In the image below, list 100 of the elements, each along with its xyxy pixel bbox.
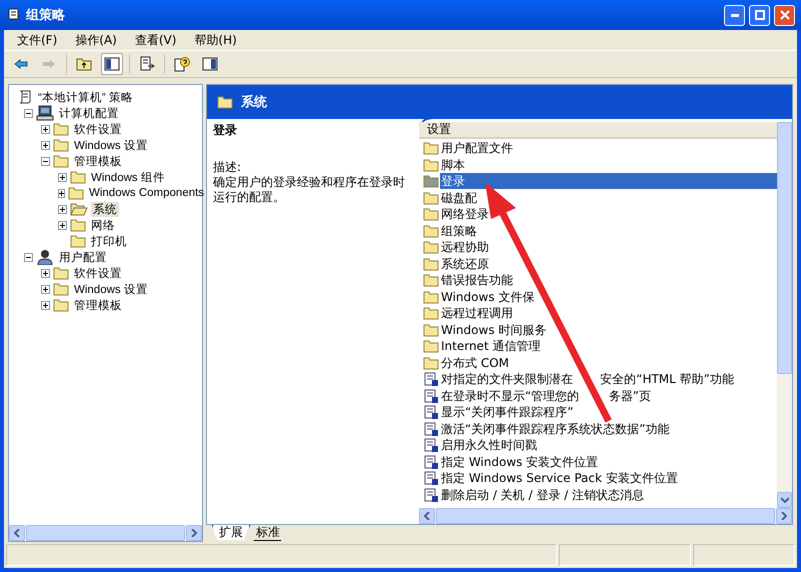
- vertical-scrollbar[interactable]: [777, 122, 792, 508]
- tree-item[interactable]: Windows 组件: [89, 170, 167, 184]
- folder-icon: [70, 170, 86, 184]
- folder-icon: [423, 240, 439, 254]
- folder-icon: [423, 273, 439, 288]
- plus-icon: [43, 286, 48, 292]
- tree-item[interactable]: 管理模板: [72, 298, 124, 312]
- setting-title: 登录: [213, 123, 238, 138]
- maximize-icon: [754, 10, 764, 20]
- menu-item[interactable]: 操作(A): [66, 32, 126, 48]
- list-item[interactable]: 在登录时不显示“管理您的: [440, 388, 580, 404]
- list-item[interactable]: 显示“关闭事件跟踪程序”: [440, 404, 574, 420]
- minimize-icon: [730, 14, 738, 16]
- expand-toggle[interactable]: [41, 140, 50, 150]
- minus-icon: [26, 110, 31, 116]
- folder-icon: [423, 207, 439, 222]
- tree-item[interactable]: Windows Components: [87, 187, 206, 199]
- tree-item[interactable]: 计算机配置: [57, 106, 121, 120]
- list-item[interactable]: 系统还原: [440, 256, 490, 272]
- policy-setting-icon: [423, 371, 439, 388]
- expand-toggle[interactable]: [58, 188, 65, 198]
- expand-toggle[interactable]: [41, 300, 50, 310]
- tree-item[interactable]: 管理模板: [72, 154, 124, 168]
- tree-item[interactable]: 系统: [91, 202, 119, 216]
- list-item[interactable]: 指定 Windows Service Pack 安装文件位置: [440, 470, 679, 486]
- expand-toggle[interactable]: [58, 220, 67, 230]
- policy-setting-icon: [423, 420, 439, 437]
- minus-icon: [43, 158, 48, 164]
- plus-icon: [43, 126, 48, 132]
- list-item[interactable]: Windows 时间服务: [440, 322, 548, 338]
- folder-icon: [217, 95, 233, 109]
- folder-icon: [53, 282, 69, 296]
- list-item[interactable]: 网络登录: [440, 206, 490, 222]
- maximize-button[interactable]: [749, 4, 770, 26]
- menu-item[interactable]: 帮助(H): [185, 32, 246, 48]
- folder-icon: [423, 141, 439, 156]
- expand-toggle[interactable]: [41, 268, 50, 278]
- plus-icon: [43, 142, 48, 148]
- help-icon: [174, 56, 190, 72]
- list-item[interactable]: 远程过程调用: [440, 305, 514, 322]
- list-item[interactable]: 用户配置文件: [440, 140, 514, 156]
- back-arrow-icon: [14, 59, 28, 69]
- description-label: 描述:: [213, 160, 242, 175]
- close-button[interactable]: [774, 4, 795, 26]
- horizontal-scrollbar[interactable]: [9, 525, 202, 541]
- tree-item[interactable]: 网络: [89, 218, 117, 232]
- list-item[interactable]: 对指定的文件夹限制潜在: [440, 371, 574, 388]
- folder-icon: [423, 339, 439, 354]
- policy-setting-icon: [423, 470, 439, 486]
- tree-item[interactable]: 用户配置: [57, 250, 109, 264]
- expand-toggle[interactable]: [58, 172, 67, 182]
- folder-icon: [53, 298, 69, 312]
- tree-item[interactable]: 软件设置: [72, 122, 124, 136]
- folder-icon: [423, 306, 439, 320]
- list-item[interactable]: 分布式 COM: [440, 354, 510, 371]
- expand-toggle[interactable]: [58, 204, 67, 214]
- folder-icon: [53, 266, 69, 280]
- policy-setting-icon: [423, 388, 439, 404]
- expand-toggle[interactable]: [41, 124, 50, 134]
- show-tree-button[interactable]: [101, 53, 123, 75]
- list-item[interactable]: 登录: [440, 173, 777, 190]
- folder-icon: [423, 356, 439, 370]
- list-item[interactable]: 组策略: [440, 222, 478, 239]
- list-item[interactable]: 脚本: [440, 156, 466, 173]
- list-item[interactable]: 激活“关闭事件跟踪程序系统状态数据”功能: [440, 420, 670, 437]
- expand-toggle[interactable]: [41, 284, 50, 294]
- list-item[interactable]: Windows 文件保: [440, 288, 536, 305]
- folder-icon: [53, 138, 69, 152]
- folder-icon: [53, 154, 69, 168]
- list-item[interactable]: Internet 通信管理: [440, 338, 542, 354]
- list-item[interactable]: 错误报告功能: [440, 272, 514, 288]
- collapse-toggle[interactable]: [41, 156, 50, 166]
- column-header[interactable]: 设置: [419, 122, 777, 139]
- minimize-button[interactable]: [724, 4, 745, 26]
- forward-arrow-icon: [42, 59, 56, 69]
- open-folder-icon: [70, 202, 88, 216]
- tree-item[interactable]: Windows 设置: [72, 138, 150, 152]
- plus-icon: [60, 174, 65, 180]
- folder-icon: [423, 322, 439, 337]
- description-text: 确定用户的登录经验和程序在登录时运行的配置。: [213, 175, 406, 205]
- policy-setting-icon: [423, 437, 439, 454]
- tab[interactable]: 扩展: [212, 525, 249, 540]
- tree-item[interactable]: “本地计算机” 策略: [36, 90, 135, 104]
- folder-icon: [423, 158, 439, 172]
- policy-setting-icon: [423, 404, 439, 420]
- list-item[interactable]: 指定 Windows 安装文件位置: [440, 454, 600, 470]
- list-item[interactable]: 磁盘配: [440, 190, 478, 206]
- list-item[interactable]: 删除启动 / 关机 / 登录 / 注销状态消息: [440, 486, 646, 503]
- list-item[interactable]: 启用永久性时间戳: [440, 437, 538, 454]
- collapse-toggle[interactable]: [24, 108, 33, 118]
- close-icon: [780, 10, 790, 20]
- menu-item[interactable]: 文件(F): [8, 32, 66, 48]
- collapse-toggle[interactable]: [24, 252, 33, 262]
- list-item[interactable]: 远程协助: [440, 239, 490, 256]
- horizontal-scrollbar[interactable]: [419, 508, 792, 524]
- tree-item[interactable]: 打印机: [89, 234, 129, 248]
- tree-item[interactable]: 软件设置: [72, 266, 124, 280]
- folder-icon: [53, 122, 69, 136]
- menu-item[interactable]: 查看(V): [126, 32, 186, 48]
- tree-item[interactable]: Windows 设置: [72, 282, 150, 296]
